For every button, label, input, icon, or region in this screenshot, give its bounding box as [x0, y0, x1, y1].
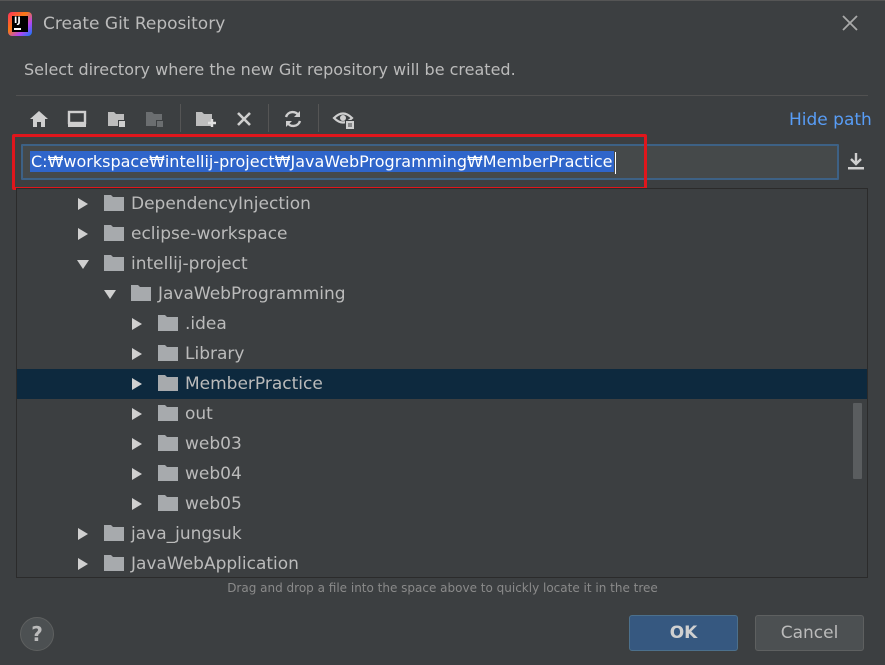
new-folder-button[interactable] [193, 106, 219, 132]
collapsed-arrow-icon[interactable] [131, 408, 143, 420]
close-button[interactable] [838, 11, 862, 35]
drag-drop-hint: Drag and drop a file into the space abov… [227, 581, 658, 595]
help-button[interactable]: ? [20, 617, 54, 651]
project-folder-button[interactable] [104, 106, 130, 132]
folder-icon [158, 435, 178, 451]
toolbar-separator [268, 104, 269, 132]
project-folder-icon [108, 112, 126, 128]
toolbar-separator [318, 104, 319, 132]
divider [16, 95, 868, 96]
tree-scrollbar[interactable] [853, 403, 862, 479]
module-folder-icon [146, 112, 164, 128]
show-hidden-files-button[interactable] [331, 106, 357, 132]
expanded-arrow-icon[interactable] [104, 288, 116, 300]
tree-row-label: .idea [185, 314, 227, 334]
desktop-icon [67, 110, 87, 127]
text-caret [614, 151, 616, 174]
refresh-icon [284, 110, 302, 128]
folder-icon [158, 405, 178, 421]
tree-row[interactable]: java_jungsuk [17, 519, 867, 549]
path-row: C:₩workspace₩intellij-project₩JavaWebPro… [12, 134, 868, 190]
collapsed-arrow-icon[interactable] [131, 318, 143, 330]
tree-row-label: JavaWebProgramming [158, 284, 346, 304]
path-input[interactable]: C:₩workspace₩intellij-project₩JavaWebPro… [21, 144, 839, 180]
tree-row-label: DependencyInjection [131, 194, 311, 214]
folder-icon [104, 525, 124, 541]
show-hidden-icon [332, 112, 355, 130]
collapsed-arrow-icon[interactable] [131, 468, 143, 480]
tree-row[interactable]: eclipse-workspace [17, 219, 867, 249]
expanded-arrow-icon[interactable] [77, 258, 89, 270]
home-icon [30, 111, 48, 127]
title-bar: IJ Create Git Repository [0, 0, 885, 46]
folder-icon [104, 195, 124, 211]
tree-row[interactable]: MemberPractice [17, 369, 867, 399]
tree-row[interactable]: JavaWebProgramming [17, 279, 867, 309]
folder-icon [158, 495, 178, 511]
tree-row[interactable]: out [17, 399, 867, 429]
tree-row[interactable]: intellij-project [17, 249, 867, 279]
collapsed-arrow-icon[interactable] [77, 528, 89, 540]
folder-icon [158, 315, 178, 331]
ok-button[interactable]: OK [629, 615, 738, 651]
new-folder-icon [196, 112, 216, 127]
tree-row[interactable]: web03 [17, 429, 867, 459]
tree-row-label: web04 [185, 464, 242, 484]
folder-icon [158, 465, 178, 481]
delete-icon [237, 112, 251, 126]
tree-row[interactable]: web05 [17, 489, 867, 519]
path-input-text: C:₩workspace₩intellij-project₩JavaWebPro… [30, 151, 614, 172]
download-icon [848, 153, 864, 170]
dialog-description: Select directory where the new Git repos… [24, 60, 516, 79]
refresh-button[interactable] [280, 106, 306, 132]
home-button[interactable] [26, 106, 52, 132]
hide-path-link[interactable]: Hide path [789, 110, 872, 130]
collapsed-arrow-icon[interactable] [131, 498, 143, 510]
tree-row[interactable]: DependencyInjection [17, 189, 867, 219]
tree-row[interactable]: Library [17, 339, 867, 369]
file-chooser-toolbar [16, 100, 516, 136]
collapsed-arrow-icon[interactable] [77, 198, 89, 210]
folder-icon [158, 375, 178, 391]
cancel-button[interactable]: Cancel [755, 615, 864, 651]
folder-icon [131, 285, 151, 301]
collapsed-arrow-icon[interactable] [77, 558, 89, 570]
tree-row-label: JavaWebApplication [131, 554, 299, 574]
download-button[interactable] [845, 150, 867, 172]
collapsed-arrow-icon[interactable] [131, 378, 143, 390]
dialog-title: Create Git Repository [43, 14, 226, 34]
tree-row-label: MemberPractice [185, 374, 323, 394]
close-icon [842, 15, 858, 31]
delete-button[interactable] [231, 106, 257, 132]
tree-row-label: intellij-project [131, 254, 248, 274]
directory-tree[interactable]: DependencyInjection eclipse-workspace inte… [16, 188, 868, 578]
toolbar-separator [180, 104, 181, 132]
module-folder-button[interactable] [142, 106, 168, 132]
tree-row-label: web03 [185, 434, 242, 454]
tree-row-label: web05 [185, 494, 242, 514]
tree-row[interactable]: JavaWebApplication [17, 549, 867, 577]
collapsed-arrow-icon[interactable] [131, 348, 143, 360]
collapsed-arrow-icon[interactable] [131, 438, 143, 450]
desktop-button[interactable] [64, 106, 90, 132]
folder-icon [104, 555, 124, 571]
intellij-logo-icon: IJ [8, 12, 32, 36]
tree-row-label: out [185, 404, 213, 424]
tree-row[interactable]: web04 [17, 459, 867, 489]
tree-row-label: eclipse-workspace [131, 224, 288, 244]
folder-icon [104, 225, 124, 241]
folder-icon [104, 255, 124, 271]
collapsed-arrow-icon[interactable] [77, 228, 89, 240]
folder-icon [158, 345, 178, 361]
tree-row-label: java_jungsuk [131, 524, 242, 544]
tree-row[interactable]: .idea [17, 309, 867, 339]
tree-row-label: Library [185, 344, 245, 364]
